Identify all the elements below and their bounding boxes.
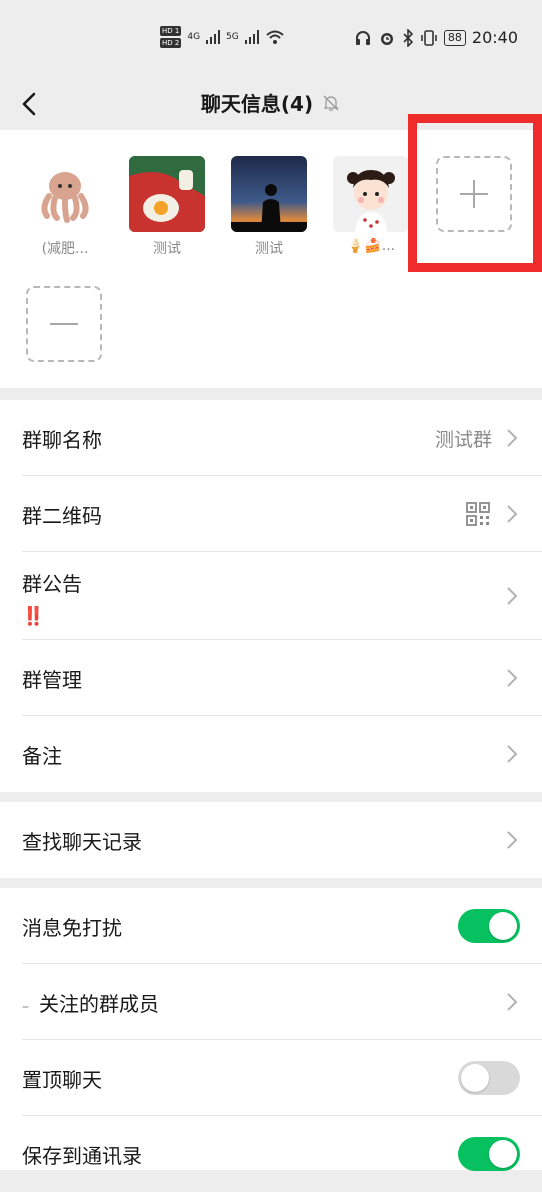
mute-label: 消息免打扰	[22, 916, 122, 940]
bell-off-icon	[323, 95, 339, 111]
chevron-right-icon	[507, 669, 518, 687]
group-manage-label: 群管理	[22, 668, 82, 692]
group-name-row[interactable]: 群聊名称 测试群	[22, 400, 542, 476]
save-contacts-toggle[interactable]	[458, 1137, 520, 1171]
signal-icon-2	[244, 30, 259, 44]
chevron-right-icon	[507, 505, 518, 523]
group-info-section: 群聊名称 测试群 群二维码 群公告 ‼️ 群管理 备注	[0, 400, 542, 792]
group-name-label: 群聊名称	[22, 428, 102, 452]
followed-members-text: 关注的群成员	[39, 992, 159, 1016]
group-qr-label: 群二维码	[22, 504, 102, 528]
network-5g-label: 5G	[226, 32, 239, 42]
avatar-egg	[129, 156, 205, 232]
clock: 20:40	[471, 28, 518, 47]
hd-badges: HD 1 HD 2	[160, 26, 182, 48]
followed-prefix: –	[22, 999, 29, 1015]
member-item[interactable]: 测试	[128, 156, 206, 258]
search-history-label: 查找聊天记录	[22, 830, 142, 854]
chevron-right-icon	[507, 993, 518, 1011]
group-notice-label: 群公告	[22, 572, 82, 596]
search-history-row[interactable]: 查找聊天记录	[22, 802, 542, 878]
alarm-icon	[380, 32, 393, 45]
notice-badge: ‼️	[22, 606, 45, 627]
member-name: 🍦🍰...	[346, 238, 396, 254]
save-contacts-label: 保存到通讯录	[22, 1144, 142, 1168]
chevron-right-icon	[507, 831, 518, 849]
bluetooth-icon	[403, 28, 414, 47]
mute-toggle[interactable]	[458, 909, 520, 943]
signal-icon	[206, 30, 221, 44]
status-bar: HD 1 HD 2 4G 5G 88 20:40	[0, 0, 542, 78]
group-qr-row[interactable]: 群二维码	[22, 476, 542, 552]
chevron-right-icon	[507, 429, 518, 447]
qr-code-icon	[466, 502, 490, 526]
vibrate-icon	[421, 29, 437, 46]
member-name: (减肥...	[41, 241, 89, 257]
followed-members-row[interactable]: – 关注的群成员	[22, 964, 542, 1040]
remark-row[interactable]: 备注	[22, 716, 542, 792]
remark-label: 备注	[22, 744, 62, 768]
network-indicators: HD 1 HD 2 4G 5G	[160, 26, 285, 48]
pin-chat-toggle[interactable]	[458, 1061, 520, 1095]
network-4g-label: 4G	[187, 32, 201, 42]
group-notice-row[interactable]: 群公告 ‼️	[22, 552, 542, 640]
chevron-right-icon	[507, 745, 518, 763]
remove-member-button[interactable]	[26, 286, 102, 362]
avatar-octopus	[27, 156, 103, 232]
member-item[interactable]: (减肥...	[26, 156, 104, 258]
hd1-badge: HD 1	[160, 26, 182, 36]
chevron-right-icon	[507, 587, 518, 605]
avatar-silhouette	[231, 156, 307, 232]
page-title: 聊天信息(4)	[200, 92, 314, 116]
page-title-container: 聊天信息(4)	[0, 88, 542, 117]
wifi-icon	[266, 30, 284, 44]
member-name: 测试	[255, 241, 283, 257]
headphones-icon	[355, 30, 370, 45]
mute-row: 消息免打扰	[22, 888, 542, 964]
member-item[interactable]: 测试	[230, 156, 308, 258]
highlight-box	[408, 114, 542, 272]
followed-members-label: – 关注的群成员	[22, 988, 159, 1017]
status-icons-right: 88 20:40	[354, 28, 518, 47]
hd2-badge: HD 2	[160, 38, 182, 48]
search-section: 查找聊天记录	[0, 802, 542, 878]
member-name: 测试	[153, 241, 181, 257]
chat-settings-section: 消息免打扰 – 关注的群成员 置顶聊天 保存到通讯录	[0, 888, 542, 1171]
minus-icon	[50, 323, 78, 325]
member-item[interactable]: 🍦🍰...	[332, 156, 410, 254]
save-contacts-row: 保存到通讯录	[22, 1116, 542, 1192]
avatar-girl	[333, 156, 409, 232]
battery-indicator: 88	[443, 29, 466, 46]
pin-chat-label: 置顶聊天	[22, 1068, 102, 1092]
group-name-value: 测试群	[434, 429, 492, 451]
group-manage-row[interactable]: 群管理	[22, 640, 542, 716]
pin-chat-row: 置顶聊天	[22, 1040, 542, 1116]
